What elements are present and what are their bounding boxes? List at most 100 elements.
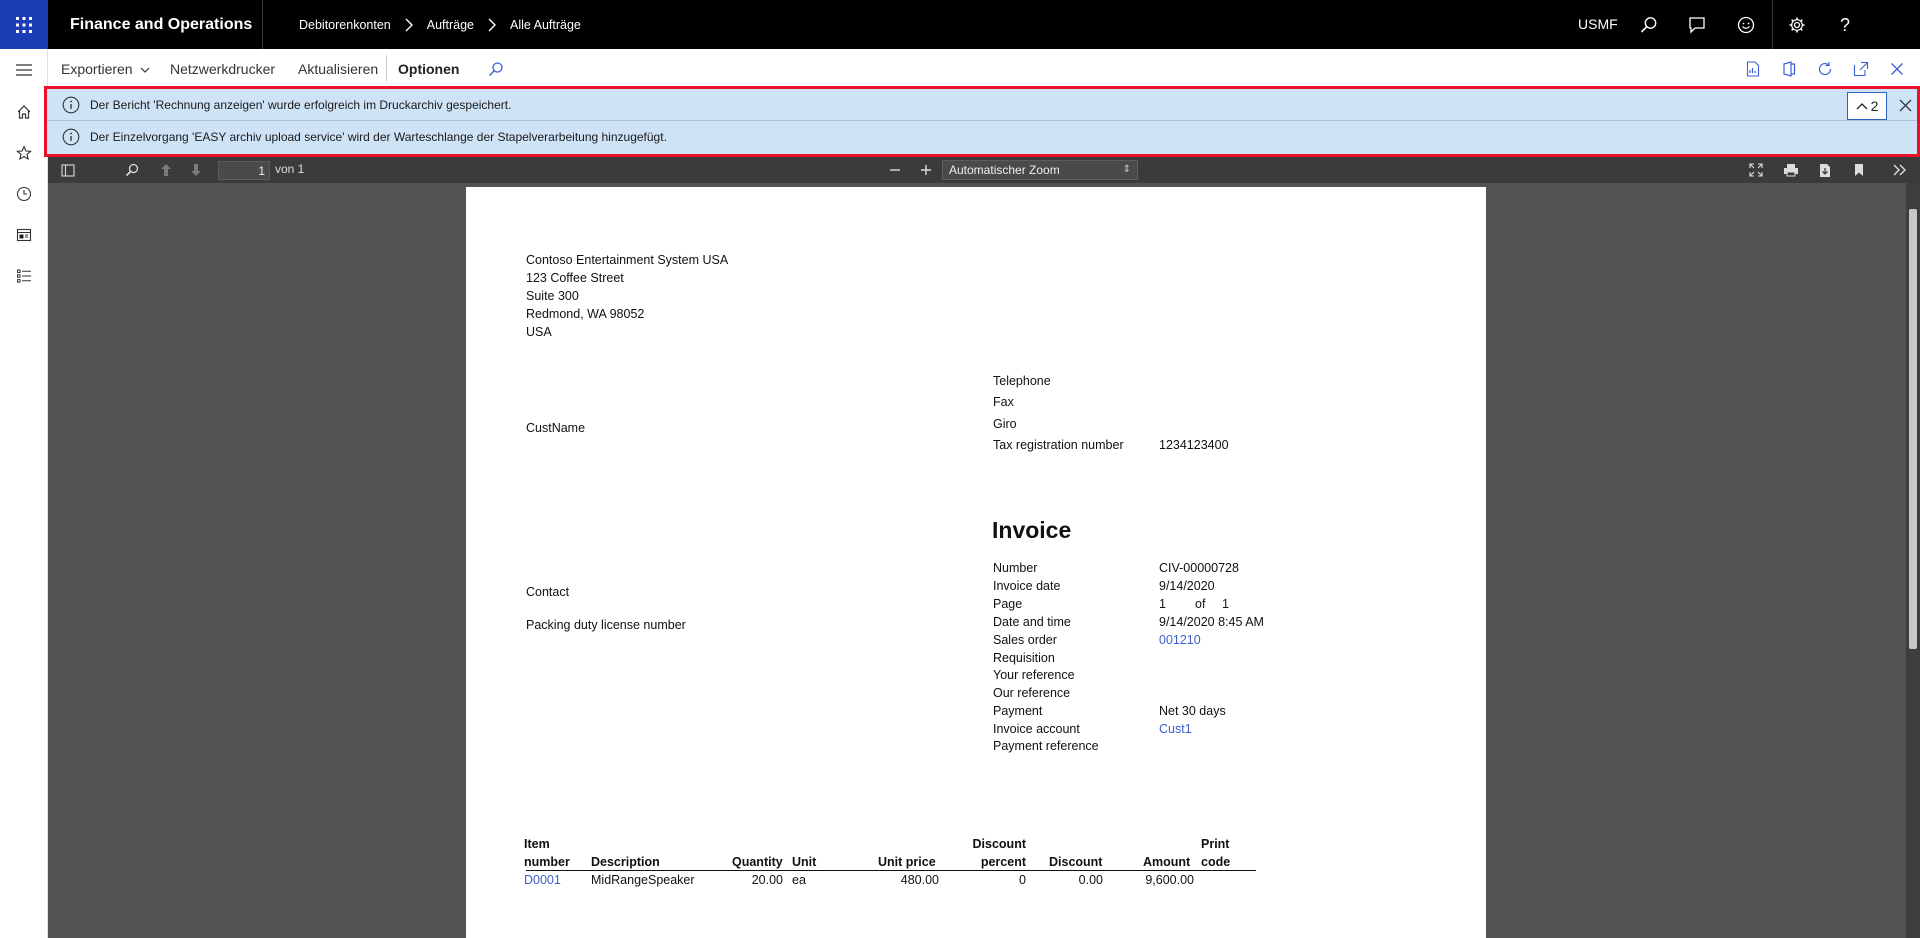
sidebar-toggle-icon[interactable] [58, 160, 78, 180]
modules-list-icon[interactable] [11, 263, 37, 289]
column-header-discount-percent: Discount percent [966, 837, 1026, 869]
invoice-page: Contoso Entertainment System USA 123 Cof… [466, 187, 1486, 938]
pdf-scrollbar[interactable] [1906, 183, 1920, 938]
search-icon[interactable] [1636, 12, 1662, 38]
message-row: Der Einzelvorgang 'EASY archiv upload se… [47, 121, 1917, 153]
tax-registration-label: Tax registration number [993, 438, 1124, 452]
page-total-value: 1 [1222, 597, 1229, 611]
address-line: USA [526, 325, 552, 339]
page-number-input[interactable] [218, 161, 270, 180]
message-bar: Der Bericht 'Rechnung anzeigen' wurde er… [44, 86, 1920, 157]
zoom-out-icon[interactable] [885, 160, 905, 180]
nav-divider [1772, 0, 1773, 49]
scrollbar-thumb[interactable] [1909, 209, 1917, 649]
nav-divider [262, 0, 263, 49]
tools-double-chevron-icon[interactable] [1890, 160, 1910, 180]
line-description: MidRangeSpeaker [591, 873, 695, 887]
chevron-right-icon [405, 18, 413, 31]
export-menu-button[interactable]: Exportieren [61, 49, 150, 87]
office-icon[interactable] [1778, 58, 1800, 80]
close-messages-icon[interactable] [1895, 95, 1915, 115]
refresh-icon[interactable] [1814, 58, 1836, 80]
select-arrows-icon: ⇕ [1122, 164, 1131, 175]
previous-page-icon[interactable] [156, 160, 176, 180]
export-label: Exportieren [61, 61, 133, 77]
company-picker[interactable]: USMF [1578, 0, 1618, 49]
page-number-value: 1 [1159, 597, 1166, 611]
number-label: Number [993, 561, 1038, 575]
zoom-in-icon[interactable] [916, 160, 936, 180]
chat-icon[interactable] [1684, 12, 1710, 38]
header-text: code [1201, 855, 1231, 869]
requisition-label: Requisition [993, 651, 1055, 665]
action-separator [386, 55, 387, 81]
pdf-toolbar: von 1 Automatischer Zoom ⇕ [48, 157, 1920, 183]
action-search-icon[interactable] [485, 58, 507, 80]
table-rule [526, 870, 1256, 871]
recent-clock-icon[interactable] [11, 181, 37, 207]
our-reference-label: Our reference [993, 686, 1071, 700]
customer-name: CustName [526, 421, 586, 435]
info-icon [62, 128, 80, 146]
date-time-value: 9/14/2020 8:45 AM [1159, 615, 1264, 629]
hamburger-menu-icon[interactable] [11, 57, 37, 83]
next-page-icon[interactable] [186, 160, 206, 180]
message-text: Der Einzelvorgang 'EASY archiv upload se… [90, 130, 667, 144]
column-header-quantity: Quantity [732, 855, 783, 869]
open-new-window-icon[interactable] [1850, 58, 1872, 80]
bookmark-icon[interactable] [1849, 160, 1869, 180]
message-text: Der Bericht 'Rechnung anzeigen' wurde er… [90, 97, 512, 112]
header-text: percent [980, 855, 1026, 869]
sales-order-label: Sales order [993, 633, 1057, 647]
address-line: Redmond, WA 98052 [526, 307, 645, 321]
close-page-icon[interactable] [1886, 58, 1908, 80]
your-reference-label: Your reference [993, 668, 1075, 682]
info-icon [62, 96, 80, 113]
favorites-star-icon[interactable] [11, 140, 37, 166]
app-launcher-button[interactable] [0, 0, 48, 49]
presentation-mode-icon[interactable] [1746, 160, 1766, 180]
pdf-viewer: Contoso Entertainment System USA 123 Cof… [48, 183, 1920, 938]
address-line: Suite 300 [526, 289, 579, 303]
chevron-down-icon [141, 67, 150, 74]
gear-icon[interactable] [1784, 12, 1810, 38]
giro-label: Giro [993, 417, 1017, 431]
zoom-select[interactable]: Automatischer Zoom ⇕ [942, 160, 1138, 180]
home-icon[interactable] [11, 99, 37, 125]
invoice-account-link[interactable]: Cust1 [1159, 722, 1192, 736]
line-unit: ea [792, 873, 806, 887]
zoom-value: Automatischer Zoom [949, 163, 1060, 177]
options-tab[interactable]: Optionen [398, 49, 459, 87]
page-of-label: of [1195, 597, 1206, 611]
column-header-discount: Discount [1049, 855, 1103, 869]
telephone-label: Telephone [993, 374, 1051, 388]
help-icon[interactable]: ? [1832, 12, 1858, 38]
invoice-number-value: CIV-00000728 [1159, 561, 1239, 575]
fax-label: Fax [993, 395, 1014, 409]
item-number-link[interactable]: D0001 [524, 873, 561, 887]
breadcrumb-item-auftraege[interactable]: Aufträge [427, 18, 474, 32]
contact-label: Contact [526, 585, 570, 599]
refresh-button[interactable]: Aktualisieren [298, 49, 378, 87]
sales-order-link[interactable]: 001210 [1159, 633, 1201, 647]
payment-label: Payment [993, 704, 1043, 718]
breadcrumb-item-alle-auftraege[interactable]: Alle Aufträge [510, 18, 581, 32]
collapse-messages-button[interactable]: 2 [1847, 92, 1887, 120]
app-title[interactable]: Finance and Operations [70, 0, 252, 49]
workspaces-icon[interactable] [11, 222, 37, 248]
network-printer-button[interactable]: Netzwerkdrucker [170, 49, 275, 87]
breadcrumb-item-debitorenkonten[interactable]: Debitorenkonten [299, 18, 391, 32]
packing-duty-label: Packing duty license number [526, 618, 686, 632]
message-count: 2 [1870, 98, 1879, 114]
report-document-icon[interactable] [1742, 58, 1764, 80]
find-icon[interactable] [122, 160, 142, 180]
top-navigation-bar: Finance and Operations Debitorenkonten A… [0, 0, 1920, 49]
download-icon[interactable] [1815, 160, 1835, 180]
message-row: Der Bericht 'Rechnung anzeigen' wurde er… [47, 89, 1917, 121]
invoice-date-label: Invoice date [993, 579, 1061, 593]
date-time-label: Date and time [993, 615, 1071, 629]
feedback-smiley-icon[interactable] [1733, 12, 1759, 38]
breadcrumb: Debitorenkonten Aufträge Alle Aufträge [299, 0, 581, 49]
header-text: Discount [972, 837, 1026, 851]
print-icon[interactable] [1781, 160, 1801, 180]
